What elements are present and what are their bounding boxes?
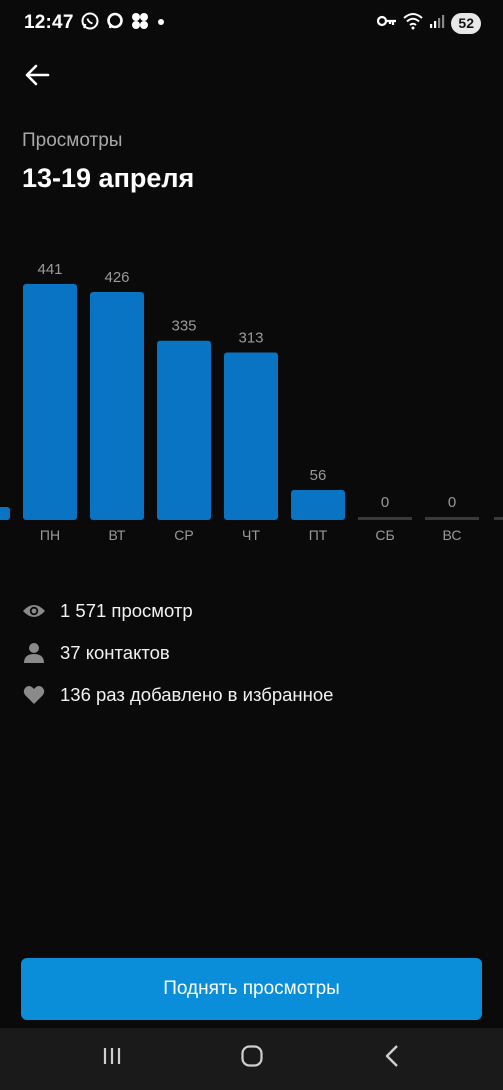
chart-category-label: ПН <box>40 527 60 543</box>
chart-value-label: 335 <box>171 318 196 335</box>
chart-bar[interactable] <box>358 517 412 520</box>
chart-category-label: СБ <box>375 527 394 543</box>
chart-bar[interactable] <box>23 284 77 520</box>
person-icon <box>22 641 46 665</box>
battery-level: 52 <box>451 12 481 34</box>
chart-next-week-bar <box>494 517 503 520</box>
system-icons: 52 <box>377 12 481 34</box>
signal-icon <box>429 13 445 34</box>
wifi-icon <box>403 12 424 35</box>
stat-contacts: 37 контактов <box>22 632 333 674</box>
chart-category-label: ВС <box>443 527 462 543</box>
chart-value-label: 313 <box>238 329 263 346</box>
chart-category-label: СР <box>174 527 193 543</box>
stat-favorites-text: 136 раз добавлено в избранное <box>60 684 334 705</box>
views-bar-chart: 441 ПН 426 ВТ 335 СР 313 ЧТ 56 ПТ 0 СБ 0 ВС <box>0 240 503 560</box>
boost-views-button[interactable]: Поднять просмотры <box>21 958 482 1020</box>
stat-contacts-text: 37 контактов <box>60 642 170 663</box>
vpn-key-icon <box>377 14 397 33</box>
heart-icon <box>22 683 46 707</box>
chart-category-label: ПТ <box>309 527 328 543</box>
stat-views: 1 571 просмотр <box>22 590 333 632</box>
chart-category-label: ВТ <box>109 527 126 543</box>
dots-cluster-icon <box>130 12 150 35</box>
chart-bar[interactable] <box>425 517 479 520</box>
nav-back-button[interactable] <box>372 1042 412 1074</box>
eye-icon <box>22 599 46 623</box>
stat-favorites: 136 раз добавлено в избранное <box>22 674 333 716</box>
recent-apps-icon <box>101 1046 123 1071</box>
chart-bar[interactable] <box>157 340 211 520</box>
chart-value-label: 441 <box>37 261 62 278</box>
chart-bar[interactable] <box>224 352 278 520</box>
system-nav-bar <box>0 1028 503 1090</box>
home-button[interactable] <box>232 1042 272 1074</box>
notification-icons <box>80 12 166 34</box>
chat-bubble-icon <box>106 12 124 35</box>
chart-value-label: 0 <box>448 494 456 511</box>
chart-prev-week-bar <box>0 507 10 520</box>
stat-views-text: 1 571 просмотр <box>60 600 193 621</box>
chart-value-label: 426 <box>104 269 129 286</box>
chart-category-label: ЧТ <box>242 527 260 543</box>
recent-apps-button[interactable] <box>92 1042 132 1074</box>
chart-bar[interactable] <box>90 292 144 520</box>
page-title: 13-19 апреля <box>22 163 195 193</box>
chart-bar[interactable] <box>291 490 345 520</box>
chart-value-label: 56 <box>310 467 327 484</box>
arrow-left-icon <box>24 63 50 92</box>
chart-canvas: 441 ПН 426 ВТ 335 СР 313 ЧТ 56 ПТ 0 СБ 0 ВС <box>0 261 503 543</box>
stats-list: 1 571 просмотр 37 контактов 136 раз доба… <box>22 590 333 716</box>
back-icon <box>384 1044 400 1073</box>
notification-dot-icon <box>156 14 166 32</box>
whatsapp-icon <box>80 11 100 36</box>
chart-value-label: 0 <box>381 494 389 511</box>
status-bar: 12:47 52 <box>0 0 503 48</box>
status-time: 12:47 <box>24 12 74 33</box>
page-subtitle: Просмотры <box>22 130 123 151</box>
back-button[interactable] <box>20 60 54 94</box>
home-icon <box>240 1044 264 1073</box>
